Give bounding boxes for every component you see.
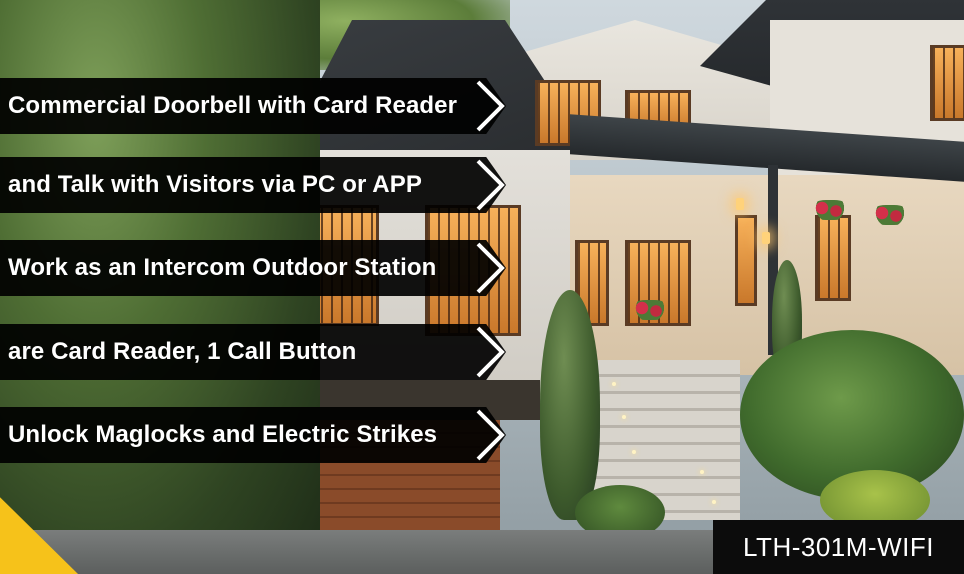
wall-lamp — [736, 198, 744, 210]
feature-text: and Talk with Visitors via PC or APP — [0, 157, 470, 213]
chevron-right-icon — [474, 240, 508, 296]
feature-text: Commercial Doorbell with Card Reader — [0, 78, 470, 134]
feature-banner: Unlock Maglocks and Electric Strikes — [0, 407, 506, 463]
feature-banner: Work as an Intercom Outdoor Station — [0, 240, 506, 296]
chevron-right-icon — [474, 407, 508, 463]
wall-lamp — [762, 232, 770, 244]
feature-banner: Commercial Doorbell with Card Reader — [0, 78, 506, 134]
feature-text: Unlock Maglocks and Electric Strikes — [0, 407, 470, 463]
flower-basket — [870, 205, 910, 225]
feature-banner: are Card Reader, 1 Call Button — [0, 324, 506, 380]
flower-basket — [810, 200, 850, 220]
chevron-right-icon — [474, 157, 508, 213]
house-window — [815, 215, 851, 301]
house-door — [735, 215, 757, 306]
feature-text: Work as an Intercom Outdoor Station — [0, 240, 470, 296]
feature-banner: and Talk with Visitors via PC or APP — [0, 157, 506, 213]
house-window — [930, 45, 964, 121]
flower-box — [630, 300, 670, 320]
chevron-right-icon — [474, 78, 508, 134]
model-number-label: LTH-301M-WIFI — [713, 520, 964, 574]
feature-text: are Card Reader, 1 Call Button — [0, 324, 470, 380]
cypress-tree — [540, 290, 600, 520]
promo-banner: Commercial Doorbell with Card Reader and… — [0, 0, 964, 574]
chevron-right-icon — [474, 324, 508, 380]
